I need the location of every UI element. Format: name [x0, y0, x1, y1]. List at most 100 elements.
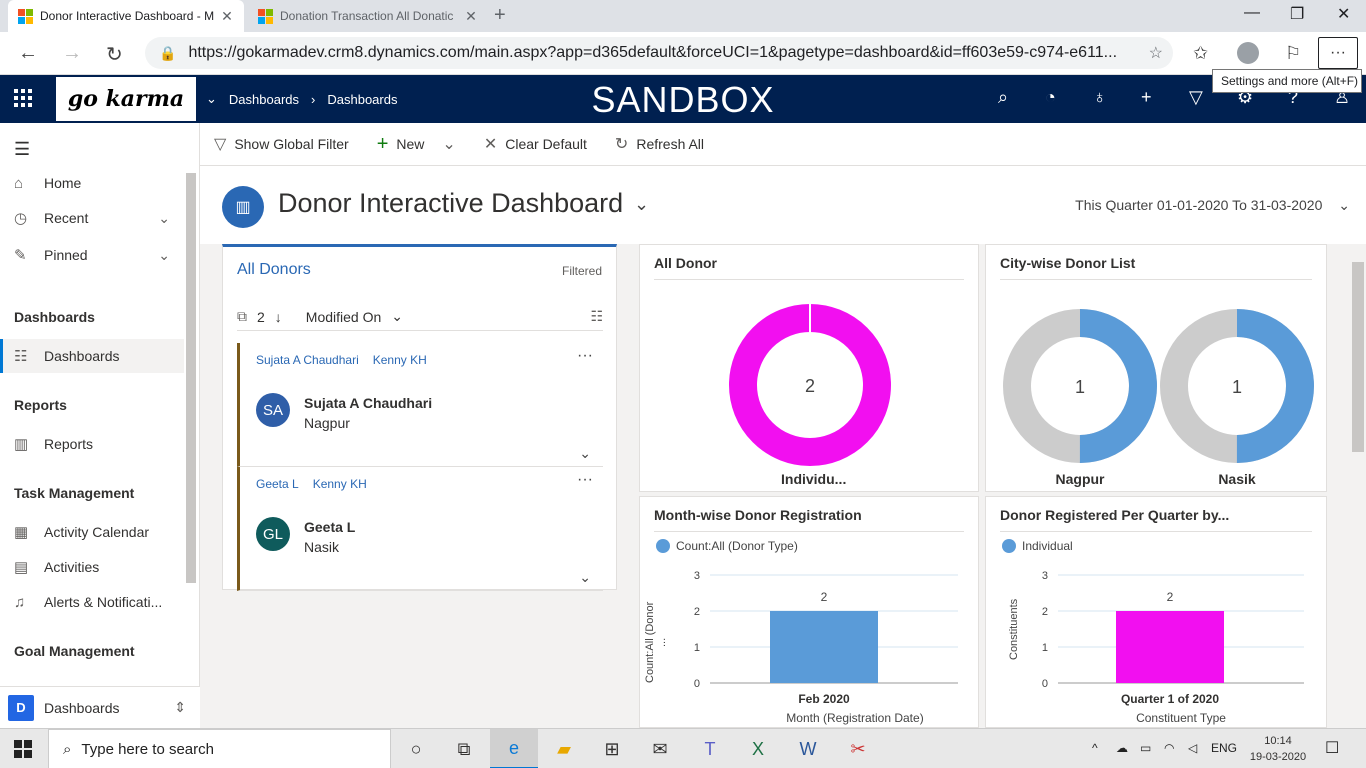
chevron-down-icon[interactable]: ⌄: [206, 91, 217, 107]
snipping-tool-icon[interactable]: ✂: [834, 729, 882, 768]
cloud-icon[interactable]: ☁: [1116, 741, 1128, 755]
close-tab-icon[interactable]: ✕: [220, 8, 234, 25]
donut-center-value: 2: [805, 376, 815, 396]
clock[interactable]: 10:14 19-03-2020: [1248, 733, 1308, 765]
word-icon[interactable]: W: [784, 729, 832, 768]
volume-icon[interactable]: ◁: [1188, 741, 1197, 755]
favorites-icon[interactable]: ✩: [1193, 43, 1208, 64]
page-scrollbar[interactable]: [1350, 244, 1366, 728]
donor-link[interactable]: Geeta L: [256, 477, 299, 491]
nav-item-home[interactable]: ⌂ Home: [0, 166, 184, 200]
bar-value-label: 2: [821, 590, 828, 604]
chevron-down-icon[interactable]: ⌄: [391, 308, 403, 325]
view-toggle-icon[interactable]: ☷: [590, 308, 603, 325]
date-range-label: This Quarter 01-01-2020 To 31-03-2020: [1075, 197, 1323, 213]
chevron-down-icon[interactable]: ⌄: [579, 569, 591, 586]
area-switcher[interactable]: D Dashboards ⇕: [0, 686, 200, 728]
nav-item-activity-calendar[interactable]: ▦ Activity Calendar: [0, 515, 184, 549]
refresh-all-button[interactable]: ↻ Refresh All: [615, 134, 704, 154]
more-options-icon[interactable]: ···: [577, 347, 593, 365]
filter-icon[interactable]: ▽: [1189, 87, 1203, 108]
cortana-icon[interactable]: ○: [392, 729, 440, 768]
nav-scrollbar[interactable]: [186, 173, 196, 583]
list-title[interactable]: All Donors: [237, 261, 311, 279]
clock-date: 19-03-2020: [1249, 751, 1307, 763]
settings-and-more-button[interactable]: ···: [1318, 37, 1358, 69]
forward-icon[interactable]: →: [62, 42, 82, 65]
sort-direction-icon[interactable]: ↓: [275, 309, 282, 325]
y-tick-label: 3: [694, 570, 700, 582]
chevron-down-icon[interactable]: ⌄: [158, 210, 170, 227]
chart-all-donor-svg: 2: [729, 304, 891, 466]
date-range-selector[interactable]: This Quarter 01-01-2020 To 31-03-2020 ⌄: [1075, 197, 1350, 214]
window-close-icon[interactable]: ✕: [1337, 4, 1350, 24]
command-bar: ▽ Show Global Filter + New ⌄ ✕ Clear Def…: [200, 123, 1366, 166]
address-bar[interactable]: 🔒 https://gokarmadev.crm8.dynamics.com/m…: [145, 37, 1173, 69]
chevron-up-icon[interactable]: ^: [1092, 741, 1098, 755]
close-tab-icon[interactable]: ✕: [464, 8, 478, 25]
search-icon[interactable]: ⌕: [998, 87, 1008, 108]
nav-label: Activity Calendar: [44, 524, 150, 540]
sort-field[interactable]: Modified On: [306, 309, 381, 325]
feedback-icon[interactable]: ⚐: [1285, 43, 1301, 64]
lock-icon: 🔒: [159, 44, 177, 61]
chevron-down-icon[interactable]: ⌄: [634, 194, 649, 215]
battery-icon[interactable]: ▭: [1140, 741, 1151, 755]
new-tab-icon[interactable]: +: [494, 4, 506, 27]
language-indicator[interactable]: ENG: [1211, 741, 1237, 755]
more-options-icon[interactable]: ···: [577, 471, 593, 489]
scrollbar-thumb[interactable]: [1352, 262, 1364, 452]
chart-city-wise: City-wise Donor List 11 Nagpur Nasik: [985, 244, 1327, 492]
new-button[interactable]: + New ⌄: [377, 133, 456, 156]
select-all-icon[interactable]: ⧉: [237, 308, 247, 325]
task-view-icon[interactable]: ⧉: [440, 729, 488, 768]
donor-card[interactable]: Sujata A Chaudhari Kenny KH ··· SA Sujat…: [237, 343, 603, 467]
browser-tab-strip: Donor Interactive Dashboard - M ✕ Donati…: [0, 0, 1366, 32]
hamburger-icon[interactable]: ☰: [14, 139, 30, 160]
nav-item-recent[interactable]: ◷ Recent ⌄: [0, 201, 184, 235]
nav-item-alerts[interactable]: ♫ Alerts & Notificati...: [0, 585, 184, 619]
taskbar-search[interactable]: ⌕ Type here to search: [48, 729, 391, 768]
clear-default-button[interactable]: ✕ Clear Default: [484, 134, 587, 154]
profile-avatar[interactable]: [1237, 42, 1259, 64]
restore-icon[interactable]: ❐: [1290, 4, 1304, 24]
lightbulb-icon[interactable]: ♁: [1093, 87, 1107, 108]
favorite-star-icon[interactable]: ☆: [1149, 43, 1163, 63]
windows-start-icon[interactable]: [14, 740, 32, 758]
minimize-icon[interactable]: —: [1244, 4, 1260, 22]
store-icon[interactable]: ⊞: [588, 729, 636, 768]
chart-all-donor: All Donor 2 Individu...: [639, 244, 979, 492]
logo-text: go karma: [67, 86, 185, 112]
task-flow-icon[interactable]: ◔: [1045, 87, 1056, 108]
nav-item-dashboards[interactable]: ☷ Dashboards: [0, 339, 184, 373]
chevron-down-icon[interactable]: ⌄: [158, 247, 170, 264]
owner-link[interactable]: Kenny KH: [313, 477, 367, 491]
nav-item-activities[interactable]: ▤ Activities: [0, 550, 184, 584]
nav-item-reports[interactable]: ▥ Reports: [0, 427, 184, 461]
back-icon[interactable]: ←: [18, 42, 38, 65]
browser-tab-active[interactable]: Donor Interactive Dashboard - M ✕: [8, 0, 244, 32]
reload-icon[interactable]: ↻: [106, 42, 123, 67]
breadcrumb-item[interactable]: Dashboards: [327, 92, 397, 107]
edge-icon[interactable]: e: [490, 729, 538, 768]
mail-icon[interactable]: ✉: [636, 729, 684, 768]
plus-icon[interactable]: +: [1141, 87, 1152, 108]
network-icon[interactable]: ◠: [1164, 741, 1174, 755]
donor-card[interactable]: Geeta L Kenny KH ··· GL Geeta L Nasik ⌄: [237, 467, 603, 591]
chevron-down-icon[interactable]: ⌄: [442, 134, 455, 154]
file-explorer-icon[interactable]: ▰: [540, 729, 588, 768]
excel-icon[interactable]: X: [734, 729, 782, 768]
avatar: GL: [256, 517, 290, 551]
owner-link[interactable]: Kenny KH: [373, 353, 427, 367]
app-launcher-icon[interactable]: [14, 89, 32, 107]
nav-item-pinned[interactable]: ✎ Pinned ⌄: [0, 238, 184, 272]
chevron-updown-icon: ⇕: [174, 699, 186, 715]
nav-label: Pinned: [44, 247, 88, 263]
chevron-down-icon[interactable]: ⌄: [579, 445, 591, 462]
browser-tab[interactable]: Donation Transaction All Donatic ✕: [248, 0, 488, 32]
show-global-filter-button[interactable]: ▽ Show Global Filter: [214, 134, 349, 154]
notifications-icon[interactable]: ☐: [1325, 738, 1339, 758]
donor-link[interactable]: Sujata A Chaudhari: [256, 353, 359, 367]
breadcrumb-item[interactable]: Dashboards: [229, 92, 299, 107]
teams-icon[interactable]: T: [686, 729, 734, 768]
